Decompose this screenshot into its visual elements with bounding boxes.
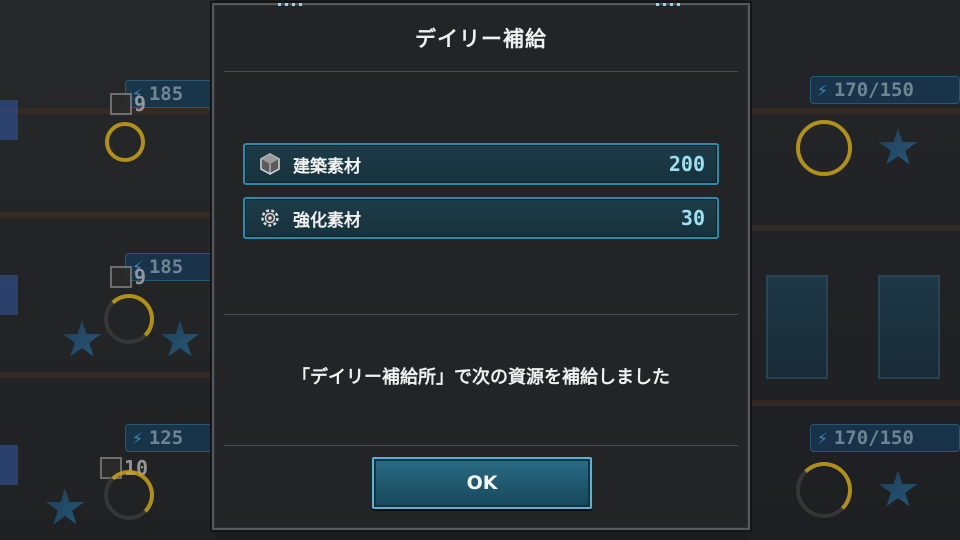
energy-pill: ⚡ 170/150 <box>810 76 960 104</box>
resource-row-building-material: 建築素材 200 <box>243 143 719 185</box>
resource-row-enhance-material: 強化素材 30 <box>243 197 719 239</box>
side-tab[interactable] <box>0 100 18 140</box>
bolt-icon: ⚡ <box>132 427 143 449</box>
shelf <box>748 400 960 406</box>
bolt-icon: ⚡ <box>817 79 828 101</box>
gear-icon <box>259 207 281 229</box>
progress-ring <box>104 294 154 344</box>
capsule-pod <box>766 275 828 379</box>
cube-icon <box>110 266 132 288</box>
footer-divider <box>224 445 738 446</box>
resource-value: 200 <box>668 152 705 176</box>
side-tab[interactable] <box>0 275 18 315</box>
cube-icon <box>259 153 281 175</box>
capsule-pod <box>878 275 940 379</box>
supply-message: 「デイリー補給所」で次の資源を補給しました <box>292 367 670 388</box>
bolt-icon: ⚡ <box>817 427 828 449</box>
energy-value: 170/150 <box>833 79 914 101</box>
star-icon <box>62 320 102 357</box>
shelf <box>0 372 215 378</box>
resource-name: 建築素材 <box>293 156 361 177</box>
content-divider <box>224 314 738 315</box>
shelf <box>748 225 960 231</box>
left-panel-background: ⚡ 185 9 ⚡ 185 9 ⚡ 125 10 <box>0 0 225 540</box>
shelf <box>0 212 215 218</box>
dialog-title: デイリー補給 <box>415 27 547 51</box>
resource-name: 強化素材 <box>293 210 361 231</box>
cube-count-badge: 9 <box>110 92 146 116</box>
progress-ring <box>796 120 852 176</box>
energy-value: 185 <box>148 256 184 278</box>
star-icon <box>45 488 85 525</box>
cube-icon <box>110 93 132 115</box>
cube-count: 9 <box>134 92 147 116</box>
energy-pill: ⚡ 170/150 <box>810 424 960 452</box>
cube-count-badge: 9 <box>110 265 146 289</box>
energy-value: 170/150 <box>833 427 914 449</box>
shelf <box>0 108 215 114</box>
right-panel-background: ⚡ 170/150 ⚡ 170/150 <box>748 0 960 540</box>
progress-ring <box>105 122 145 162</box>
energy-value: 185 <box>148 83 184 105</box>
star-icon <box>878 470 918 507</box>
cube-count: 9 <box>134 265 147 289</box>
energy-pill: ⚡ 125 <box>125 424 225 452</box>
star-icon <box>160 320 200 357</box>
shelf <box>748 108 960 114</box>
daily-supply-dialog: デイリー補給 建築素材 200 強化素材 30 「デイリー補給所」で次の資源を補… <box>212 3 750 530</box>
side-tab[interactable] <box>0 445 18 485</box>
energy-value: 125 <box>148 427 184 449</box>
ok-button[interactable]: OK <box>372 457 592 509</box>
progress-ring <box>796 462 852 518</box>
title-divider <box>224 71 738 72</box>
star-icon <box>878 128 918 165</box>
progress-ring <box>104 470 154 520</box>
resource-value: 30 <box>680 206 705 230</box>
